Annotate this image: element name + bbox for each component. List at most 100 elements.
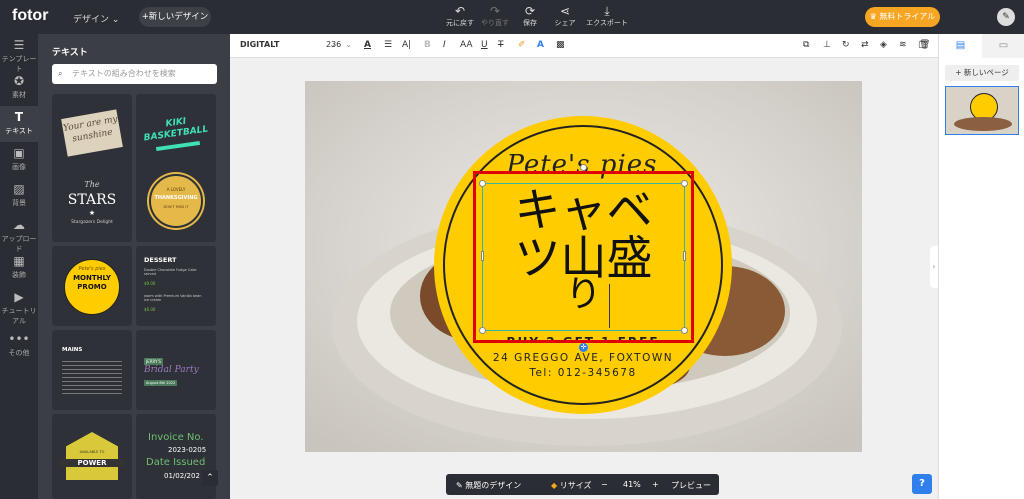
card-text: $9.00 [144, 281, 156, 286]
page-thumbnail[interactable] [945, 86, 1019, 135]
text-template-card[interactable]: MAINS [52, 330, 132, 410]
nav-item-elements[interactable]: ✪ 素材 [0, 70, 38, 106]
layer-icon[interactable]: ◈ [880, 40, 887, 50]
panel-title: テキスト [52, 48, 88, 58]
nav-label: テキスト [5, 127, 33, 135]
tel-text[interactable]: Tel: 012-345678 [483, 367, 683, 379]
italic-icon[interactable]: I [443, 40, 446, 50]
address-text[interactable]: 24 GREGGO AVE, FOXTOWN [483, 352, 683, 364]
bold-icon[interactable]: B [424, 40, 431, 50]
menu-lines [62, 358, 122, 394]
design-name-button[interactable]: ✎ 無題のデザイン [456, 480, 521, 491]
font-size-select[interactable]: 236 ⌄ [326, 40, 352, 49]
preview-button[interactable]: プレビュー [671, 480, 711, 491]
transparency-icon[interactable]: ▩ [556, 40, 565, 50]
text-template-card[interactable]: DESSERT Double Chocolate Fudge Cake serv… [136, 246, 216, 326]
card-text: JERRY'S [144, 358, 164, 365]
nav-item-decoration[interactable]: ▦ 装飾 [0, 250, 38, 286]
free-trial-label: 無料トライアル [879, 12, 936, 21]
card-text: Invoice No. [148, 432, 204, 443]
chevron-right-icon: › [932, 262, 936, 271]
effect-icon[interactable]: ✐ [518, 40, 526, 50]
help-icon: ? [919, 478, 925, 489]
save-icon: ⟳ [524, 4, 536, 18]
nav-label: その他 [8, 349, 30, 357]
export-label: エクスポート [586, 19, 628, 27]
design-menu[interactable]: デザイン ⌄ [73, 12, 119, 25]
font-size-adjust-icon[interactable]: A| [402, 40, 411, 50]
nav-item-text[interactable]: T テキスト [0, 106, 38, 142]
text-template-card[interactable]: A LOVELY THANKSGIVING DON'T MISS IT [136, 162, 216, 242]
gradient-text-icon[interactable]: A [537, 40, 544, 50]
text-template-card[interactable]: The STARS ★ Stargazers Delight [52, 162, 132, 242]
card-text: STARS [67, 192, 117, 208]
font-label: DIGITALT [240, 40, 280, 49]
rotate-icon[interactable]: ↻ [842, 40, 850, 50]
nav-item-images[interactable]: ▣ 画像 [0, 142, 38, 178]
move-handle[interactable]: ✛ [579, 343, 588, 352]
nav-label: 背景 [12, 199, 26, 207]
position-icon[interactable]: ⊥ [823, 40, 831, 50]
export-button[interactable]: ⤓ エクスポート [583, 4, 631, 28]
align-icon[interactable]: ☰ [384, 40, 392, 50]
card-text: 2023-0205 [168, 446, 207, 454]
add-page-button[interactable]: + 新しいページ [945, 65, 1019, 81]
expand-right-panel-button[interactable]: › [930, 246, 938, 288]
redo-icon: ↷ [489, 4, 501, 18]
delete-icon[interactable]: 🗑 [919, 40, 930, 50]
help-button[interactable]: ? [912, 474, 932, 494]
share-button[interactable]: ⋖ シェア [545, 4, 585, 28]
pages-tab[interactable]: ▤ [939, 34, 982, 58]
text-template-card[interactable]: Pete's pies MONTHLY PROMO [52, 246, 132, 326]
flip-icon[interactable]: ⇄ [861, 40, 869, 50]
image-tab[interactable]: ▭ [982, 34, 1024, 58]
nav-item-templates[interactable]: ☰ テンプレート [0, 34, 38, 74]
card-text: POWER [60, 459, 124, 467]
download-icon: ⤓ [604, 4, 610, 18]
strikethrough-icon[interactable]: T [498, 40, 504, 50]
pen-icon: ✎ [456, 481, 463, 490]
nav-item-more[interactable]: ••• その他 [0, 328, 38, 364]
card-preview: Your are my sunshine [61, 109, 123, 157]
text-template-card[interactable]: JERRY'S Bridal Party August 8th 2022 [136, 330, 216, 410]
letter-spacing-icon[interactable]: AA [460, 40, 473, 50]
text-template-card[interactable]: AVAILABLE TO POWER [52, 414, 132, 499]
resize-button[interactable]: ◆ リサイズ [551, 480, 591, 491]
zoom-level: 41% [623, 480, 641, 489]
layers-icon[interactable]: ≋ [899, 40, 907, 50]
copy-icon[interactable]: ⧉ [803, 40, 809, 50]
save-button[interactable]: ⟳ 保存 [510, 4, 550, 28]
template-search-input[interactable]: ⌕ テキストの組み合わせを検索 [52, 64, 217, 84]
image-icon: ▣ [13, 146, 25, 160]
card-text: MAINS [62, 347, 83, 353]
nav-item-upload[interactable]: ☁ アップロード [0, 214, 38, 254]
user-avatar[interactable]: ✎ [997, 8, 1015, 26]
text-color-icon[interactable]: A [364, 40, 371, 50]
nav-item-background[interactable]: ▨ 背景 [0, 178, 38, 214]
resize-icon: ◆ [551, 481, 558, 490]
fotor-logo[interactable]: fotor [12, 7, 48, 25]
zoom-out-button[interactable]: − [601, 480, 608, 489]
bottom-bar: ✎ 無題のデザイン ◆ リサイズ − 41% + プレビュー [446, 474, 719, 495]
save-label: 保存 [523, 19, 537, 27]
underline-icon[interactable]: U [481, 40, 488, 50]
rotate-handle[interactable] [580, 164, 587, 171]
scroll-up-button[interactable]: ⌃ [202, 470, 218, 486]
card-text: DESSERT [144, 256, 177, 264]
font-family-select[interactable]: DIGITALT ⌄ [240, 40, 336, 49]
thumb-plate [954, 117, 1012, 131]
free-trial-button[interactable]: ♛ 無料トライアル [865, 7, 940, 27]
design-menu-label: デザイン [73, 15, 110, 25]
redo-button[interactable]: ↷ やり直す [475, 4, 515, 28]
decoration-icon: ▦ [13, 254, 25, 268]
new-design-button[interactable]: +新しいデザイン [139, 7, 211, 27]
zoom-in-button[interactable]: + [652, 480, 659, 489]
design-name: 無題のデザイン [465, 481, 522, 490]
background-icon: ▨ [13, 182, 25, 196]
upload-icon: ☁ [13, 218, 25, 232]
text-template-card[interactable]: Invoice No. 2023-0205 Date Issued 01/02/… [136, 414, 216, 499]
nav-label: 素材 [12, 91, 26, 99]
nav-item-tutorial[interactable]: ▶ チュートリアル [0, 286, 38, 328]
share-icon: ⋖ [559, 4, 571, 18]
undo-button[interactable]: ↶ 元に戻す [440, 4, 480, 28]
